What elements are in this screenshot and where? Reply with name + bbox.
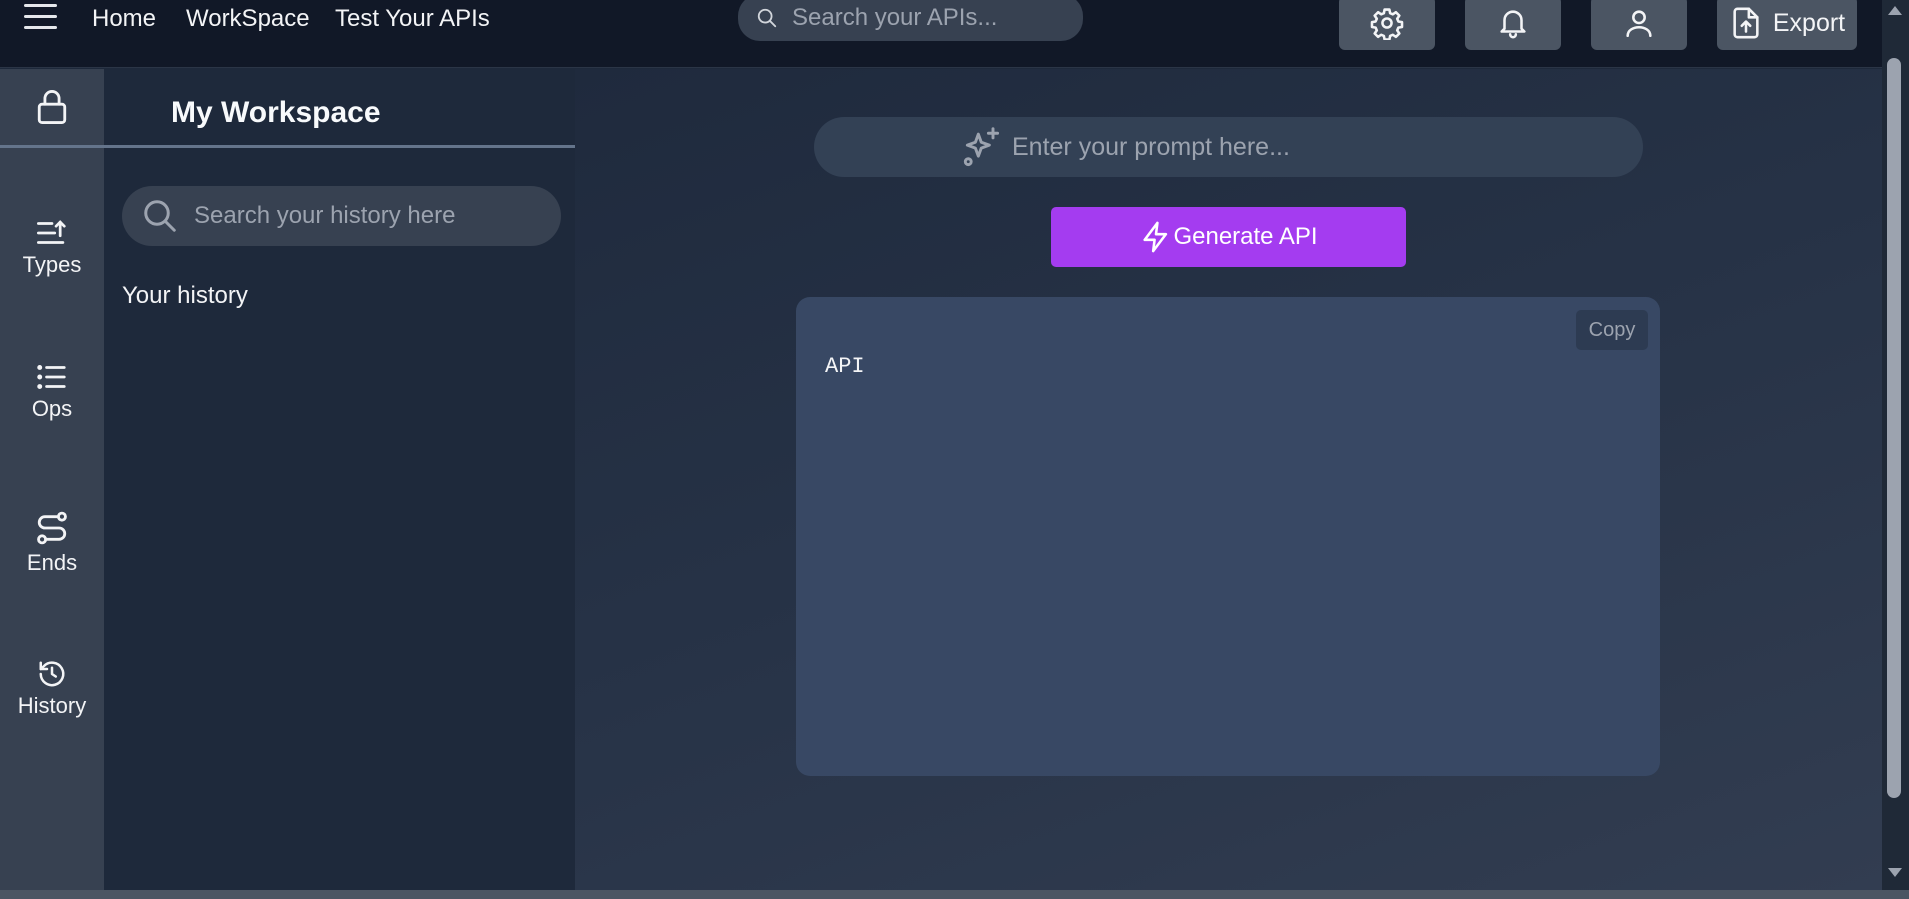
rail-item-label: Ops <box>31 396 73 421</box>
rail-item-ops[interactable]: Ops <box>0 362 104 422</box>
file-upload-icon <box>1733 7 1759 39</box>
api-output-panel: Copy API <box>796 297 1660 776</box>
bottom-divider <box>0 890 1909 899</box>
menu-icon[interactable] <box>24 4 58 34</box>
main-content: Generate API Copy API <box>575 69 1882 890</box>
top-navbar: Home WorkSpace Test Your APIs Export <box>0 0 1882 68</box>
search-icon <box>144 200 176 232</box>
rail-item-history[interactable]: History <box>0 659 104 719</box>
lock-icon <box>37 90 67 124</box>
lightning-icon <box>1143 221 1168 253</box>
scroll-up-arrow-icon[interactable] <box>1888 6 1902 15</box>
scroll-thumb[interactable] <box>1887 58 1901 798</box>
export-label: Export <box>1772 8 1846 37</box>
generate-api-button[interactable]: Generate API <box>1051 207 1406 267</box>
prompt-bar <box>814 117 1643 177</box>
page-scrollbar[interactable] <box>1882 0 1909 890</box>
workspace-title: My Workspace <box>171 96 381 129</box>
user-icon <box>1626 10 1652 38</box>
history-search-input[interactable] <box>192 201 552 231</box>
sparkles-icon <box>963 127 1000 167</box>
api-search-input[interactable] <box>790 2 1070 33</box>
history-heading: Your history <box>122 282 248 309</box>
settings-button[interactable] <box>1339 0 1435 50</box>
workspace-sidebar: My Workspace Your history <box>104 69 575 890</box>
generate-api-label: Generate API <box>1173 223 1318 250</box>
notifications-button[interactable] <box>1465 0 1561 50</box>
search-icon <box>757 8 777 27</box>
nav-home-link[interactable]: Home <box>92 4 156 34</box>
list-icon <box>37 365 66 390</box>
api-search-bar <box>738 0 1083 41</box>
rail-item-ends[interactable]: Ends <box>0 510 104 576</box>
profile-button[interactable] <box>1591 0 1687 50</box>
rail-item-label: Ends <box>26 550 78 575</box>
api-output-text: API <box>825 354 865 379</box>
scroll-down-arrow-icon[interactable] <box>1888 868 1902 877</box>
rail-item-label: History <box>17 693 87 718</box>
copy-button[interactable]: Copy <box>1576 310 1648 350</box>
history-icon <box>39 661 65 687</box>
history-search-bar <box>122 186 561 246</box>
export-button[interactable]: Export <box>1717 0 1857 50</box>
route-icon <box>37 511 67 545</box>
workspace-header: My Workspace <box>104 69 575 148</box>
nav-test-apis-link[interactable]: Test Your APIs <box>335 4 490 34</box>
gear-icon <box>1370 8 1404 40</box>
rail-item-label: Types <box>22 252 82 277</box>
sort-list-icon <box>36 220 66 244</box>
rail-item-types[interactable]: Types <box>0 218 104 278</box>
bell-icon <box>1500 10 1526 39</box>
nav-workspace-link[interactable]: WorkSpace <box>186 4 310 34</box>
lock-button[interactable] <box>0 69 104 148</box>
prompt-input[interactable] <box>1010 131 1570 163</box>
icon-rail: Types Ops Ends History <box>0 69 104 890</box>
